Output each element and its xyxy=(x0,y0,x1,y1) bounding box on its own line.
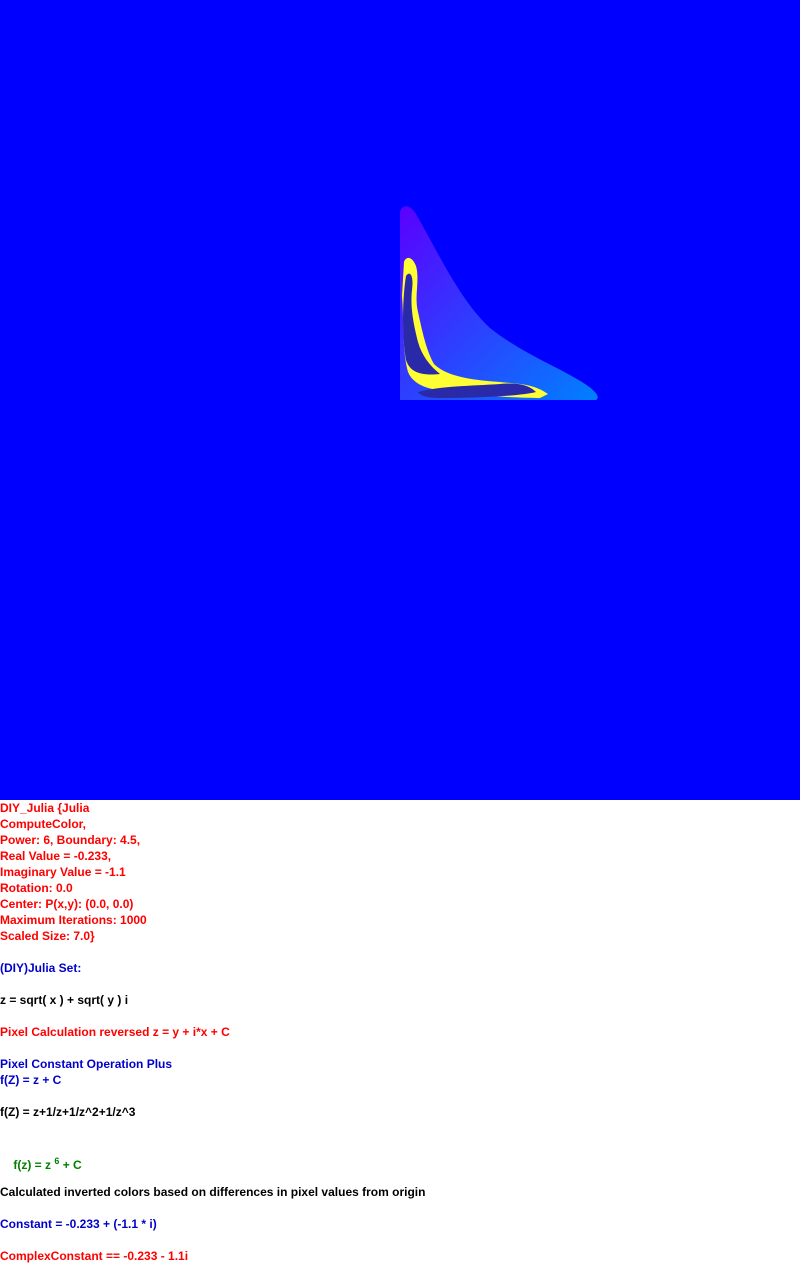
pixel-operation: Pixel Constant Operation Plus xyxy=(0,1057,173,1071)
param-line: ComputeColor, xyxy=(0,817,86,831)
param-line: Scaled Size: 7.0} xyxy=(0,929,95,943)
pixel-calculation: Pixel Calculation reversed z = y + i*x +… xyxy=(0,1025,230,1039)
colors-note: Calculated inverted colors based on diff… xyxy=(0,1185,426,1199)
param-line: Power: 6, Boundary: 4.5, xyxy=(0,833,141,847)
formula-power-prefix: f(z) = z xyxy=(13,1158,55,1172)
formula-series: f(Z) = z+1/z+1/z^2+1/z^3 xyxy=(0,1105,136,1119)
param-line: Maximum Iterations: 1000 xyxy=(0,913,147,927)
formula-power: f(z) = z 6 + C xyxy=(0,1141,800,1172)
param-line: Real Value = -0.233, xyxy=(0,849,112,863)
constant: Constant = -0.233 + (-1.1 * i) xyxy=(0,1217,157,1231)
formula-plus: f(Z) = z + C xyxy=(0,1073,62,1087)
fractal-canvas xyxy=(0,0,800,800)
julia-set-render xyxy=(0,0,800,800)
set-title: (DIY)Julia Set: xyxy=(0,961,82,975)
formula-power-exponent: 6 xyxy=(54,1156,60,1166)
z-definition: z = sqrt( x ) + sqrt( y ) i xyxy=(0,993,129,1007)
complex-constant: ComplexConstant == -0.233 - 1.1i xyxy=(0,1249,189,1263)
param-line: DIY_Julia {Julia xyxy=(0,801,90,815)
param-line: Rotation: 0.0 xyxy=(0,881,73,895)
info-panel: DIY_Julia {Julia ComputeColor, Power: 6,… xyxy=(0,800,800,1264)
param-line: Center: P(x,y): (0.0, 0.0) xyxy=(0,897,134,911)
param-line: Imaginary Value = -1.1 xyxy=(0,865,126,879)
formula-power-suffix: + C xyxy=(59,1158,82,1172)
